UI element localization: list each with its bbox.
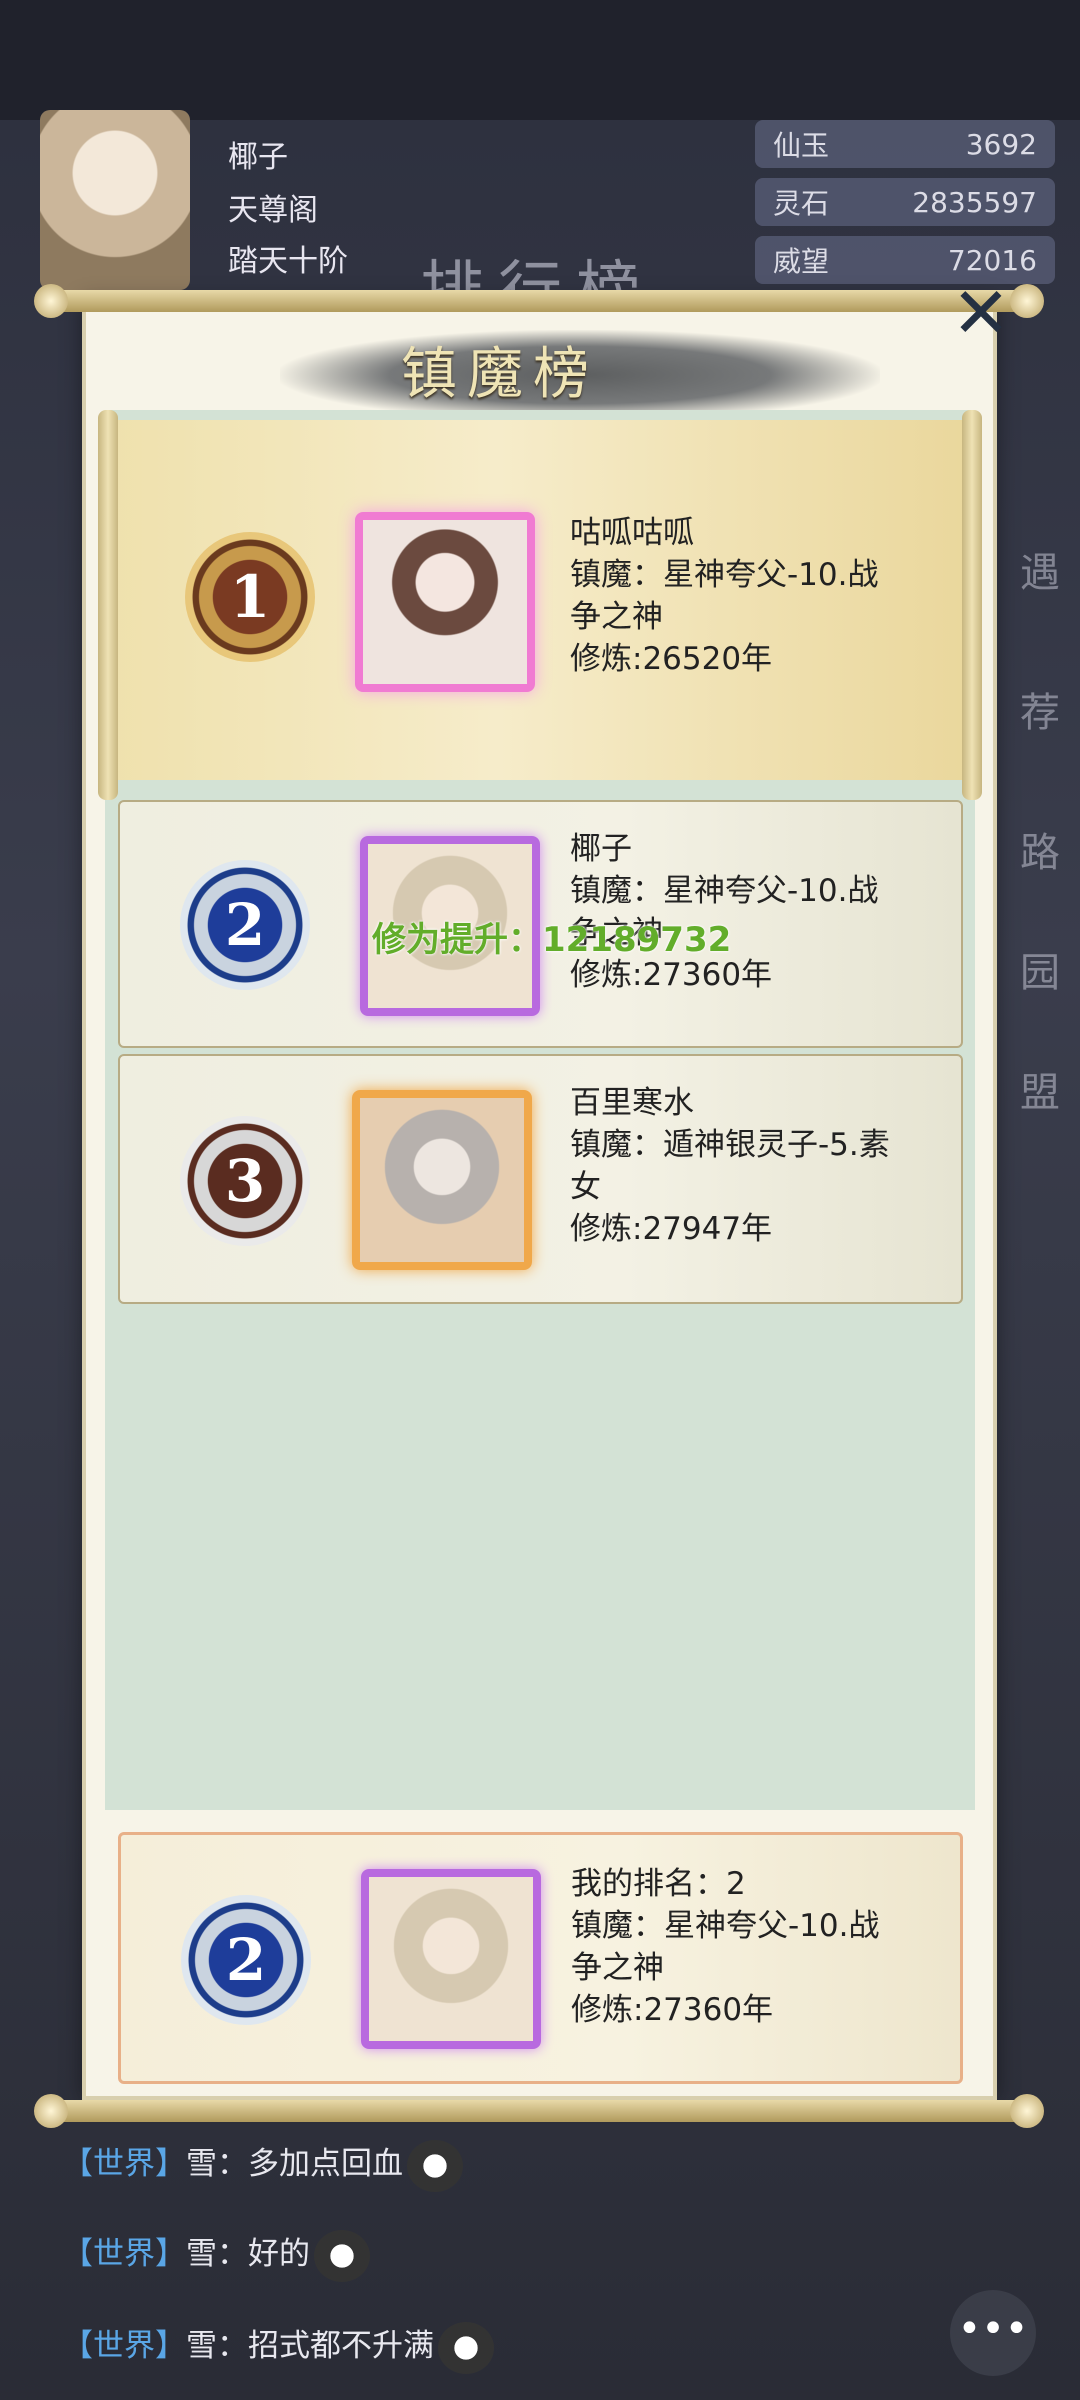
rank-zhenmo: 镇魔：星神夸父-10.战 — [570, 557, 879, 593]
rod-knob — [34, 2094, 68, 2128]
rank-cultivation: 修炼:26520年 — [570, 641, 773, 677]
my-avatar[interactable] — [361, 1869, 541, 2049]
side-menu-item[interactable]: 盟 — [1020, 1060, 1060, 1118]
close-button[interactable]: ✕ — [950, 278, 1012, 348]
resource-label: 威望 — [773, 245, 830, 278]
rod-knob — [34, 284, 68, 318]
rank-info: 咕呱咕呱 镇魔：星神夸父-10.战 争之神 修炼:26520年 — [570, 512, 879, 680]
resource-value: 3692 — [965, 127, 1037, 161]
rank-badge-icon: 1 — [185, 532, 315, 662]
rank-player-name: 咕呱咕呱 — [570, 515, 694, 551]
rank-zhenmo-cont: 争之神 — [570, 599, 663, 635]
chat-channel: 【世界】 — [62, 2146, 186, 2182]
player-avatar[interactable] — [355, 512, 535, 692]
rank-badge-icon: 3 — [180, 1116, 310, 1246]
player-name: 椰子 — [228, 140, 288, 175]
resource-label: 仙玉 — [773, 129, 830, 162]
chat-channel: 【世界】 — [62, 2236, 186, 2272]
chat-message: 【世界】雪：多加点回血 — [62, 2138, 463, 2192]
rank-card-1[interactable]: 1 咕呱咕呱 镇魔：星神夸父-10.战 争之神 修炼:26520年 — [98, 410, 982, 800]
rod-knob — [1010, 284, 1044, 318]
player-avatar[interactable] — [352, 1090, 532, 1270]
rank-card-3[interactable]: 3 百里寒水 镇魔：遁神银灵子-5.素 女 修炼:27947年 — [118, 1054, 963, 1304]
rank-player-name: 百里寒水 — [570, 1085, 694, 1121]
dog-emoji-icon — [407, 2139, 463, 2192]
my-rank-label: 我的排名：2 — [571, 1866, 746, 1902]
rank-number: 2 — [224, 891, 266, 959]
my-zhenmo: 镇魔：星神夸父-10.战 — [571, 1908, 880, 1944]
my-rank-info: 我的排名：2 镇魔：星神夸父-10.战 争之神 修炼:27360年 — [571, 1863, 880, 2031]
rank-badge-icon: 2 — [181, 1895, 311, 2025]
dog-emoji-icon — [314, 2229, 370, 2282]
rank-number: 2 — [225, 1926, 267, 1994]
chat-bubble-icon: ••• — [957, 2306, 1029, 2352]
cultivation-increase-popup: 修为提升：12189732 — [372, 920, 732, 960]
chat-channel: 【世界】 — [62, 2328, 186, 2364]
panel-title: 镇魔榜 — [401, 342, 599, 407]
resource-xianyu: 仙玉 3692 — [755, 120, 1055, 168]
chat-text: 雪：多加点回血 — [186, 2146, 403, 2182]
rank-info: 百里寒水 镇魔：遁神银灵子-5.素 女 修炼:27947年 — [570, 1082, 890, 1250]
scroll-rod-top — [34, 284, 1044, 318]
rank-number: 1 — [229, 563, 271, 631]
player-realm: 踏天十阶 — [228, 244, 348, 279]
chat-button[interactable]: ••• — [950, 2290, 1036, 2376]
chat-message: 【世界】雪：好的 — [62, 2228, 370, 2282]
rank-player-name: 椰子 — [570, 831, 632, 867]
player-sect: 天尊阁 — [228, 193, 318, 228]
my-cultivation: 修炼:27360年 — [571, 1992, 774, 2028]
rank-badge-icon: 2 — [180, 860, 310, 990]
rank-cultivation: 修炼:27947年 — [570, 1211, 773, 1247]
side-menu-item[interactable]: 路 — [1020, 820, 1060, 878]
chat-text: 雪：招式都不升满 — [186, 2328, 434, 2364]
resource-lingshi: 灵石 2835597 — [755, 178, 1055, 226]
my-zhenmo-cont: 争之神 — [571, 1950, 664, 1986]
side-menu-item[interactable]: 园 — [1020, 940, 1060, 998]
rank-zhenmo-cont: 女 — [570, 1169, 601, 1205]
scroll-end-right — [962, 410, 982, 800]
scroll-end-left — [98, 410, 118, 800]
rank-zhenmo: 镇魔：遁神银灵子-5.素 — [570, 1127, 890, 1163]
chat-message: 【世界】雪：招式都不升满 — [62, 2320, 494, 2374]
scroll-rod-bottom — [34, 2094, 1044, 2128]
rank-zhenmo: 镇魔：星神夸父-10.战 — [570, 873, 879, 909]
close-icon: ✕ — [951, 272, 1011, 354]
side-menu-item[interactable]: 遇 — [1020, 540, 1060, 598]
dog-emoji-icon — [438, 2321, 494, 2374]
my-rank-card[interactable]: 2 我的排名：2 镇魔：星神夸父-10.战 争之神 修炼:27360年 — [118, 1832, 963, 2084]
top-bar — [0, 0, 1080, 120]
rank-number: 3 — [224, 1147, 266, 1215]
player-avatar[interactable] — [40, 110, 190, 290]
resource-value: 2835597 — [912, 185, 1037, 219]
side-menu-item[interactable]: 荐 — [1020, 680, 1060, 738]
resource-label: 灵石 — [773, 187, 830, 220]
chat-text: 雪：好的 — [186, 2236, 310, 2272]
rod-knob — [1010, 2094, 1044, 2128]
